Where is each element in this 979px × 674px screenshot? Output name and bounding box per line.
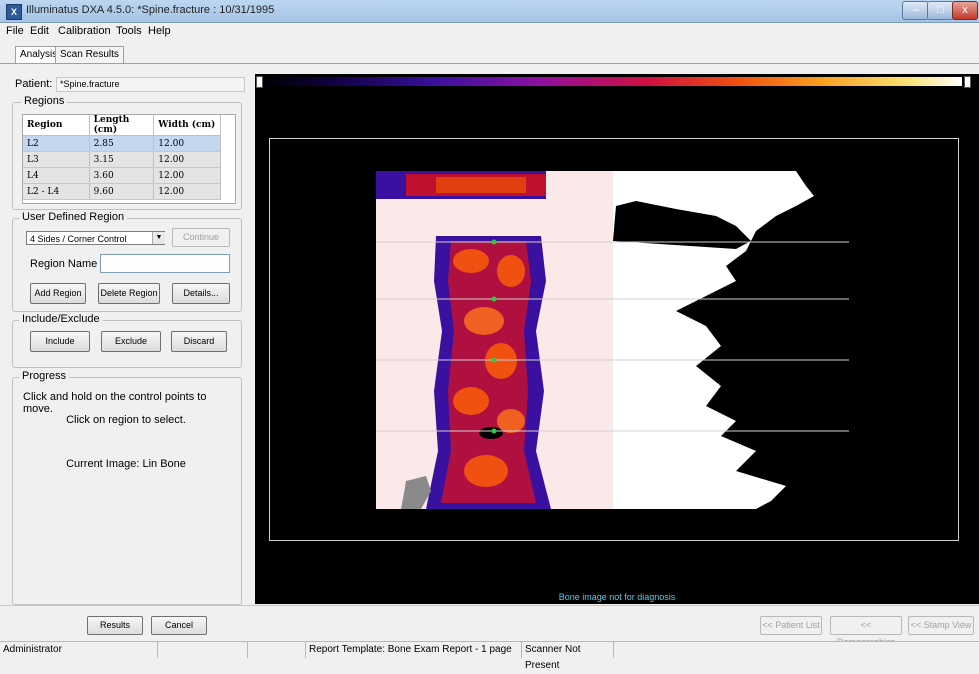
column-header-length[interactable]: Length (cm) [89,115,155,136]
demographics-button[interactable]: << Demographics [830,616,902,647]
current-image-label: Current Image: Lin Bone [66,458,186,470]
control-point [491,357,497,363]
cell-region: L2 [23,135,90,152]
status-cell-3 [248,642,306,658]
chevron-down-icon[interactable]: ▼ [152,232,165,244]
table-row[interactable]: L2 - L4 9.60 12.00 [23,183,221,200]
continue-button[interactable]: Continue [172,228,230,247]
exclude-button[interactable]: Exclude [101,331,161,352]
menu-help[interactable]: Help [148,25,171,37]
status-report-template: Report Template: Bone Exam Report - 1 pa… [306,642,522,658]
region-shape-select[interactable]: 4 Sides / Corner Control [26,231,165,245]
add-region-button[interactable]: Add Region [30,283,86,304]
stamp-view-button[interactable]: << Stamp View [908,616,974,635]
tab-divider [0,63,979,64]
control-point [491,239,497,245]
cell-length: 2.85 [89,135,155,152]
include-button[interactable]: Include [30,331,90,352]
cell-length: 3.60 [89,167,155,184]
cell-region: L3 [23,151,90,168]
patient-field: *Spine.fracture [56,77,245,92]
cell-length: 3.15 [89,151,155,168]
cell-width: 12.00 [153,183,221,200]
minimize-button[interactable]: – [902,1,929,20]
regions-table: Region Length (cm) Width (cm) L2 2.85 12… [23,115,221,200]
details-button[interactable]: Details... [172,283,230,304]
table-row[interactable]: L4 3.60 12.00 [23,167,221,184]
status-user: Administrator [0,642,158,658]
column-header-width[interactable]: Width (cm) [153,115,221,136]
cell-width: 12.00 [153,167,221,184]
discard-button[interactable]: Discard [171,331,227,352]
cell-length: 9.60 [89,183,155,200]
control-point [491,296,497,302]
cancel-button[interactable]: Cancel [151,616,207,635]
color-scale-bar [262,77,962,86]
cell-width: 12.00 [153,151,221,168]
progress-select-hint: Click on region to select. [66,414,186,426]
regions-title: Regions [21,95,68,107]
progress-title: Progress [19,370,70,382]
region-name-input[interactable] [100,254,230,273]
results-button[interactable]: Results [87,616,143,635]
table-scrollbar[interactable] [222,115,234,202]
cell-width: 12.00 [153,135,221,152]
table-row[interactable]: L2 2.85 12.00 [23,135,221,152]
scale-min-handle[interactable] [256,76,263,88]
status-scanner: Scanner Not Present [522,642,614,671]
menu-edit[interactable]: Edit [30,25,49,37]
spine-scan-image[interactable] [376,171,851,509]
delete-region-button[interactable]: Delete Region [98,283,160,304]
include-exclude-title: Include/Exclude [19,313,103,325]
menu-bar [0,23,979,39]
table-row[interactable]: L3 3.15 12.00 [23,151,221,168]
menu-file[interactable]: File [6,25,24,37]
scale-max-handle[interactable] [964,76,971,88]
patient-list-button[interactable]: << Patient List [760,616,822,635]
window-title: Illuminatus DXA 4.5.0: *Spine.fracture :… [26,4,275,16]
diagnosis-disclaimer: Bone image not for diagnosis [558,592,676,602]
app-icon: X [6,4,22,20]
control-point [491,428,497,434]
tab-scan-results[interactable]: Scan Results [55,46,124,64]
maximize-button[interactable]: □ [927,1,954,20]
patient-label: Patient: [15,78,53,90]
menu-tools[interactable]: Tools [116,25,142,37]
region-name-label: Region Name [30,258,98,270]
user-defined-region-title: User Defined Region [19,211,128,223]
close-button[interactable]: x [952,1,978,20]
status-cell-2 [158,642,248,658]
cell-region: L2 - L4 [23,183,90,200]
column-header-region[interactable]: Region [23,115,90,136]
cell-region: L4 [23,167,90,184]
menu-calibration[interactable]: Calibration [58,25,111,37]
progress-instruction: Click and hold on the control points to … [23,391,207,415]
